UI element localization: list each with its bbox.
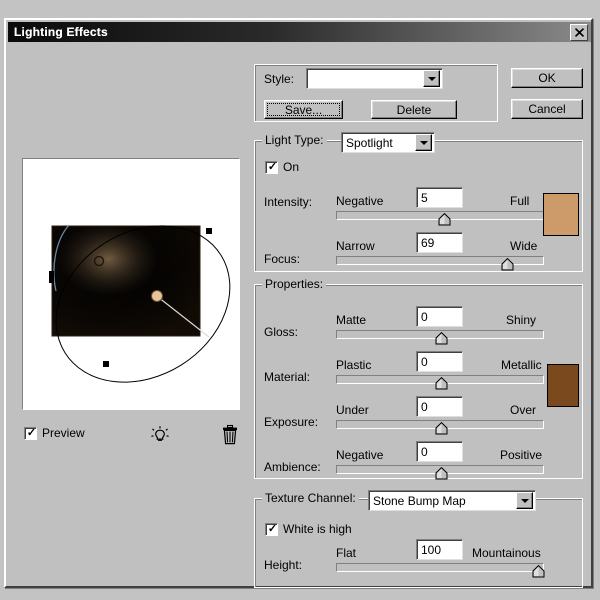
texture-channel-group-label: Texture Channel:: [262, 491, 359, 505]
material-max-label: Metallic: [501, 358, 542, 372]
material-input[interactable]: 0: [416, 351, 463, 372]
preview-canvas[interactable]: [22, 158, 240, 410]
white-is-high-checkbox[interactable]: ✓: [265, 523, 278, 536]
intensity-label: Intensity:: [264, 195, 313, 209]
material-min-label: Plastic: [336, 358, 372, 372]
ambience-value: 0: [421, 444, 428, 459]
exposure-min-label: Under: [336, 403, 369, 417]
ambience-min-label: Negative: [336, 448, 384, 462]
cancel-button-label: Cancel: [528, 102, 566, 116]
chevron-down-icon[interactable]: [415, 134, 432, 151]
height-min-label: Flat: [336, 546, 357, 560]
preview-checkbox[interactable]: ✓: [24, 427, 37, 440]
intensity-input[interactable]: 5: [416, 187, 463, 208]
focus-max-label: Wide: [510, 239, 538, 253]
intensity-value: 5: [421, 190, 428, 205]
chevron-down-icon[interactable]: [516, 492, 533, 509]
lighting-effects-dialog: Lighting Effects ✓ Preview Style: Save..…: [4, 18, 593, 588]
close-glyph: [574, 28, 584, 37]
light-on-check-glyph: ✓: [267, 161, 278, 173]
height-max-label: Mountainous: [472, 546, 541, 560]
texture-channel-combo-value: Stone Bump Map: [373, 493, 466, 508]
exposure-label: Exposure:: [264, 415, 319, 429]
gloss-value: 0: [421, 309, 428, 324]
style-label: Style:: [264, 72, 295, 86]
ambience-slider-thumb[interactable]: [435, 467, 448, 480]
material-label: Material:: [264, 370, 311, 384]
intensity-slider-thumb[interactable]: [438, 213, 451, 226]
preview-render: [23, 159, 239, 409]
material-slider-track[interactable]: [336, 375, 544, 390]
light-on-label: On: [283, 160, 300, 174]
close-icon[interactable]: [570, 24, 588, 41]
lightbulb-icon[interactable]: [150, 425, 170, 445]
intensity-slider-track[interactable]: [336, 211, 544, 226]
light-color-swatch[interactable]: [543, 193, 579, 236]
exposure-input[interactable]: 0: [416, 396, 463, 417]
gloss-slider-thumb[interactable]: [435, 332, 448, 345]
trash-icon[interactable]: [220, 424, 240, 446]
exposure-slider-track[interactable]: [336, 420, 544, 435]
cancel-button[interactable]: Cancel: [511, 99, 583, 119]
gloss-min-label: Matte: [336, 313, 367, 327]
height-value: 100: [421, 542, 442, 557]
gloss-input[interactable]: 0: [416, 306, 463, 327]
focus-value: 69: [421, 235, 435, 250]
focus-label: Focus:: [264, 252, 301, 266]
intensity-max-label: Full: [510, 194, 530, 208]
height-label: Height:: [264, 558, 303, 572]
window-title: Lighting Effects: [14, 25, 108, 39]
delete-button-label: Delete: [396, 102, 432, 117]
exposure-slider-thumb[interactable]: [435, 422, 448, 435]
preview-check-glyph: ✓: [26, 427, 37, 439]
intensity-min-label: Negative: [336, 194, 384, 208]
light-type-combo[interactable]: Spotlight: [341, 132, 435, 153]
focus-slider-track[interactable]: [336, 256, 544, 271]
ok-button[interactable]: OK: [511, 68, 583, 88]
save-button-label: Save...: [284, 102, 323, 117]
ambience-label: Ambience:: [264, 460, 321, 474]
ok-button-label: OK: [538, 71, 556, 85]
focus-min-label: Narrow: [336, 239, 375, 253]
light-on-checkbox[interactable]: ✓: [265, 161, 278, 174]
exposure-max-label: Over: [510, 403, 537, 417]
height-slider-thumb[interactable]: [532, 565, 545, 578]
material-value: 0: [421, 354, 428, 369]
gloss-slider-track[interactable]: [336, 330, 544, 345]
texture-channel-combo[interactable]: Stone Bump Map: [368, 490, 536, 511]
save-button[interactable]: Save...: [264, 100, 343, 119]
material-color-swatch[interactable]: [547, 364, 579, 407]
white-is-high-label: White is high: [283, 522, 352, 536]
ambience-max-label: Positive: [500, 448, 543, 462]
style-combo[interactable]: [306, 68, 443, 89]
material-slider-thumb[interactable]: [435, 377, 448, 390]
focus-slider-thumb[interactable]: [501, 258, 514, 271]
height-slider-track[interactable]: [336, 563, 545, 578]
focus-input[interactable]: 69: [416, 232, 463, 253]
light-type-group-label: Light Type:: [262, 133, 327, 147]
ambience-input[interactable]: 0: [416, 441, 463, 462]
preview-label: Preview: [42, 426, 85, 440]
lightbulb-glyph: [151, 426, 169, 441]
gloss-label: Gloss:: [264, 325, 299, 339]
title-bar[interactable]: Lighting Effects: [8, 22, 591, 42]
trash-glyph: [223, 424, 237, 445]
height-input[interactable]: 100: [416, 539, 463, 560]
white-is-high-check-glyph: ✓: [267, 523, 278, 535]
light-type-combo-value: Spotlight: [346, 135, 393, 150]
ambience-slider-track[interactable]: [336, 465, 544, 480]
chevron-down-icon[interactable]: [423, 70, 440, 87]
delete-button[interactable]: Delete: [371, 100, 457, 119]
exposure-value: 0: [421, 399, 428, 414]
properties-group-label: Properties:: [262, 277, 327, 291]
gloss-max-label: Shiny: [506, 313, 537, 327]
